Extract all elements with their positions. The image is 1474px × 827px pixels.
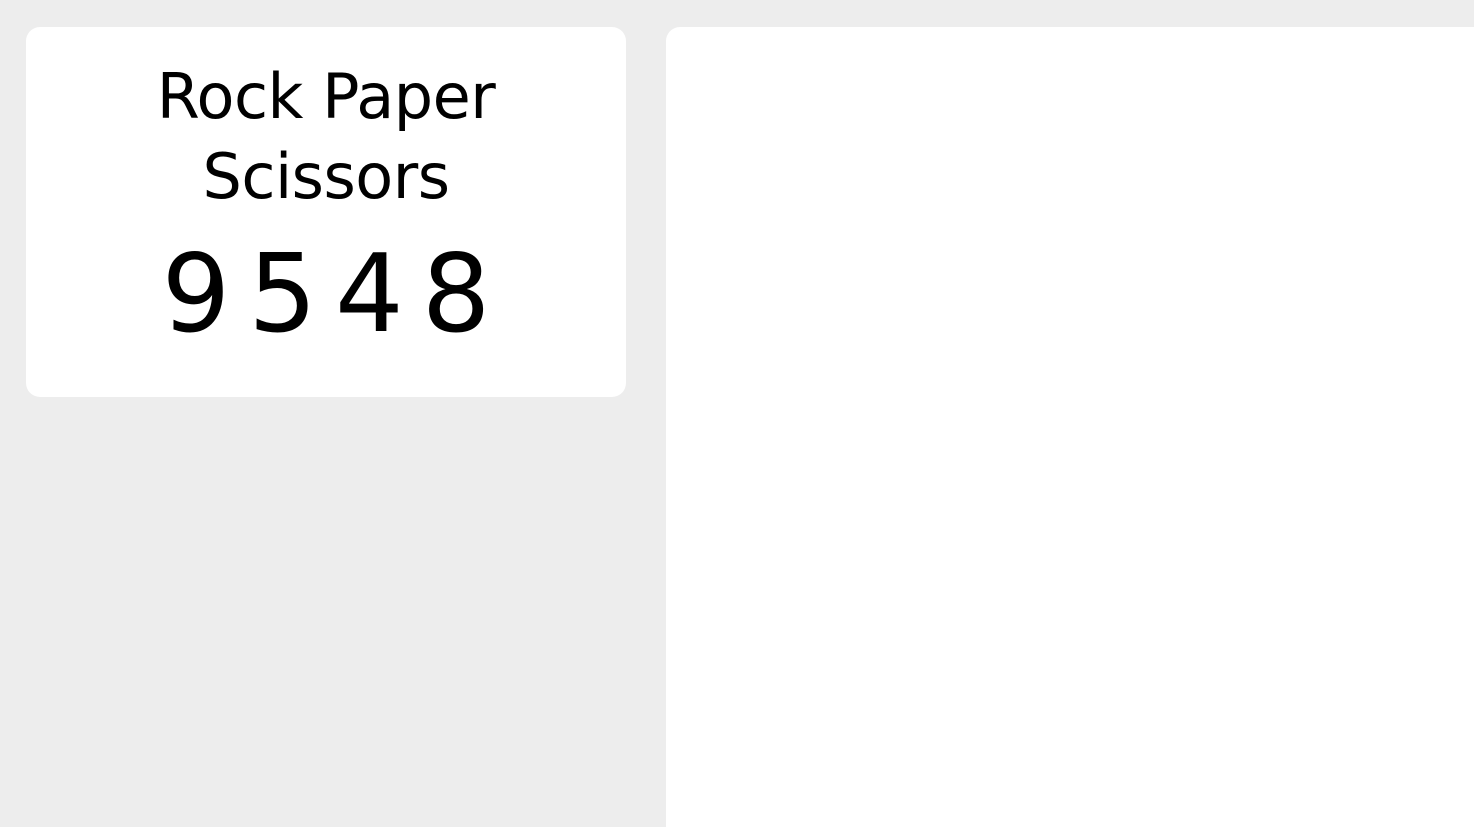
game-title-line1: Rock Paper — [156, 60, 496, 133]
game-area-panel — [666, 27, 1474, 827]
game-title: Rock Paper Scissors — [26, 57, 626, 217]
score-value: 9548 — [161, 232, 509, 357]
game-title-line2: Scissors — [202, 140, 451, 213]
scoreboard-card: Rock Paper Scissors 9548 — [26, 27, 626, 397]
